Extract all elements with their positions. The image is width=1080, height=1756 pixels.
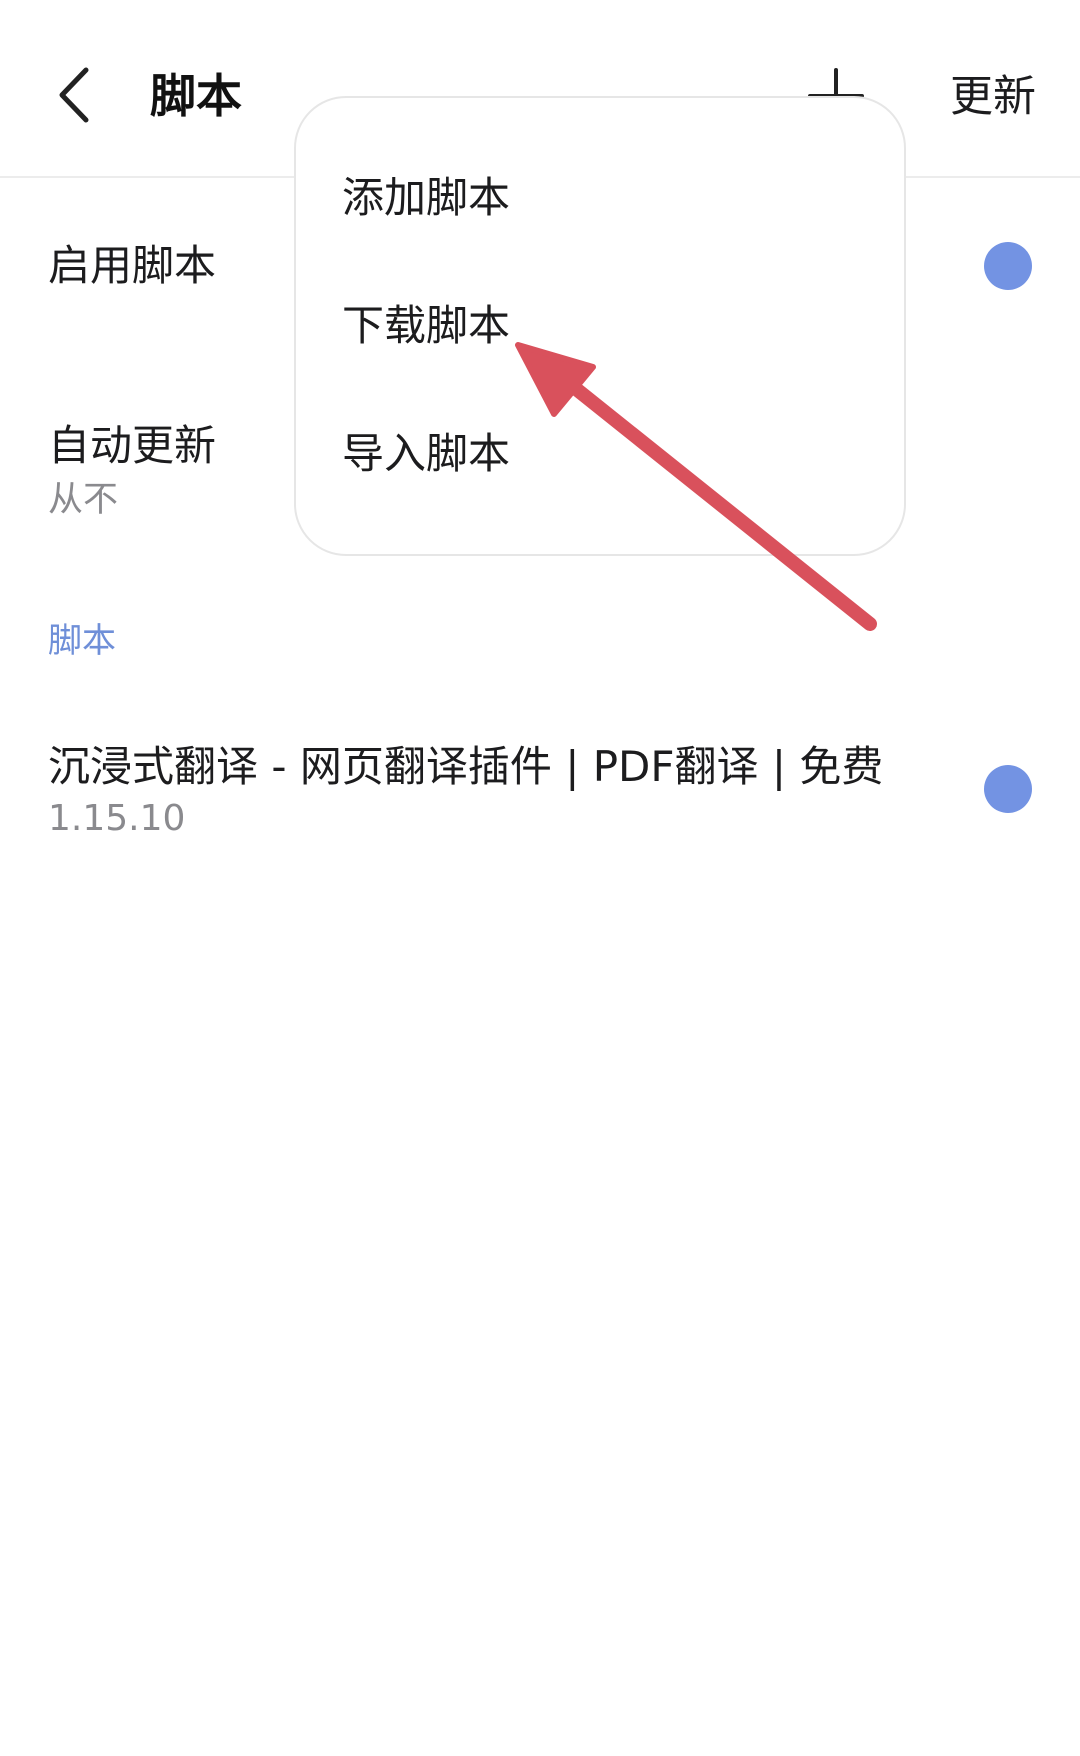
add-script-popup-menu: 添加脚本 下载脚本 导入脚本 [294, 96, 906, 556]
auto-update-value: 从不 [48, 480, 119, 520]
page-title: 脚本 [150, 69, 242, 123]
script-name: 沉浸式翻译 - 网页翻译插件 | PDF翻译 | 免费 [48, 742, 884, 791]
back-button[interactable] [40, 50, 110, 140]
scripts-section-header: 脚本 [48, 621, 116, 661]
enable-scripts-toggle[interactable] [984, 242, 1032, 290]
menu-item-download-script[interactable]: 下载脚本 [342, 296, 510, 356]
update-button[interactable]: 更新 [950, 68, 1036, 126]
menu-item-add-script[interactable]: 添加脚本 [342, 168, 510, 228]
enable-scripts-label: 启用脚本 [48, 241, 217, 290]
chevron-left-icon [59, 67, 89, 123]
script-version: 1.15.10 [48, 798, 186, 839]
auto-update-label: 自动更新 [48, 421, 217, 470]
script-enable-toggle[interactable] [984, 765, 1032, 813]
menu-item-import-script[interactable]: 导入脚本 [342, 424, 510, 484]
